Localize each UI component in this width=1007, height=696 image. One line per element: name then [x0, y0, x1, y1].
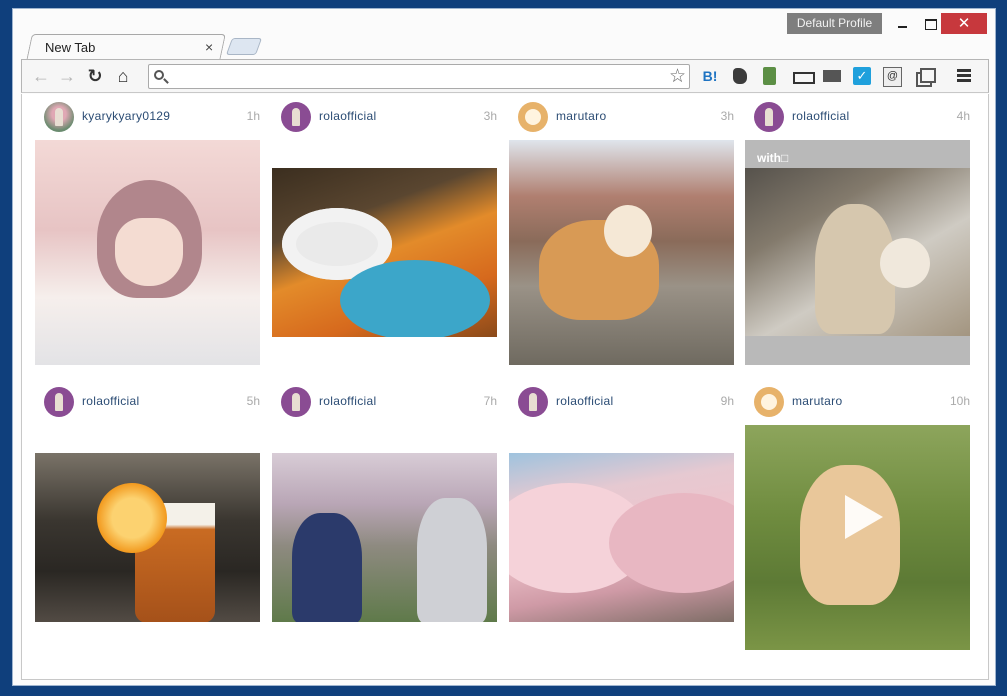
feed-card[interactable]: rolaofficial 5h	[35, 379, 260, 622]
post-photo[interactable]	[35, 453, 260, 622]
timestamp: 3h	[483, 109, 497, 123]
feed-card[interactable]: rolaofficial 7h	[272, 379, 497, 622]
ruler-icon[interactable]	[792, 66, 815, 86]
username[interactable]: rolaofficial	[82, 394, 139, 408]
address-input[interactable]	[171, 67, 661, 86]
feed-card[interactable]: kyarykyary0129 1h	[35, 94, 260, 365]
username[interactable]: marutaro	[556, 109, 606, 123]
menu-icon[interactable]	[954, 66, 974, 86]
card-header: rolaofficial 4h	[745, 94, 970, 140]
post-photo[interactable]	[35, 140, 260, 365]
card-header: rolaofficial 3h	[272, 94, 497, 140]
avatar[interactable]	[44, 102, 74, 132]
hatena-bookmark-icon[interactable]: B!	[700, 66, 720, 86]
avatar[interactable]	[754, 102, 784, 132]
avatar[interactable]	[44, 387, 74, 417]
card-header: kyarykyary0129 1h	[35, 94, 260, 140]
feed-card[interactable]: marutaro 10h	[745, 379, 970, 650]
post-photo[interactable]	[272, 453, 497, 622]
post-photo[interactable]: with□	[745, 140, 970, 365]
username[interactable]: rolaofficial	[319, 109, 376, 123]
browser-window: Default Profile ✕ New Tab × ← → ↻ ⌂ ☆ B!	[12, 8, 996, 686]
video-frame	[745, 168, 970, 336]
minimize-button[interactable]	[889, 13, 915, 34]
mail-icon[interactable]	[822, 66, 842, 86]
omnibox[interactable]: ☆	[148, 64, 690, 89]
post-video-play-icon[interactable]	[745, 425, 970, 650]
reload-icon[interactable]: ↻	[84, 65, 106, 87]
timestamp: 10h	[949, 394, 970, 408]
maximize-button[interactable]	[917, 13, 943, 34]
feed-card[interactable]: marutaro 3h	[509, 94, 734, 365]
home-icon[interactable]: ⌂	[112, 65, 134, 87]
forward-arrow-icon[interactable]: →	[56, 65, 78, 87]
feed-grid: kyarykyary0129 1h rolaofficial 3h maruta…	[21, 94, 989, 680]
timestamp: 5h	[246, 394, 260, 408]
pin-icon[interactable]	[760, 66, 780, 86]
toolbar: ← → ↻ ⌂ ☆ B!	[21, 59, 989, 93]
feed-card[interactable]: rolaofficial 3h	[272, 94, 497, 337]
timestamp: 3h	[720, 109, 734, 123]
feed-card[interactable]: rolaofficial 4h with□	[745, 94, 970, 365]
window-icon[interactable]	[914, 66, 936, 87]
new-tab-button[interactable]	[225, 38, 263, 55]
profile-button[interactable]: Default Profile	[787, 13, 882, 34]
card-header: marutaro 3h	[509, 94, 734, 140]
evernote-icon[interactable]	[730, 66, 750, 86]
avatar[interactable]	[518, 102, 548, 132]
search-icon	[154, 70, 164, 80]
back-arrow-icon[interactable]: ←	[30, 65, 52, 87]
timestamp: 9h	[720, 394, 734, 408]
post-photo[interactable]	[509, 140, 734, 365]
bookmark-star-icon[interactable]: ☆	[669, 66, 686, 87]
note-icon[interactable]	[882, 66, 902, 87]
username[interactable]: rolaofficial	[792, 109, 849, 123]
feed-card[interactable]: rolaofficial 9h	[509, 379, 734, 622]
timestamp: 1h	[246, 109, 260, 123]
post-photo[interactable]	[509, 453, 734, 622]
post-photo[interactable]	[272, 168, 497, 337]
card-header: marutaro 10h	[745, 379, 970, 425]
tab-content: New Tab ×	[45, 34, 225, 61]
video-caption: with□	[757, 151, 789, 165]
timestamp: 4h	[956, 109, 970, 123]
tab-close-icon[interactable]: ×	[205, 39, 213, 55]
avatar[interactable]	[281, 387, 311, 417]
card-header: rolaofficial 5h	[35, 379, 260, 425]
avatar[interactable]	[754, 387, 784, 417]
username[interactable]: marutaro	[792, 394, 842, 408]
card-header: rolaofficial 7h	[272, 379, 497, 425]
username[interactable]: rolaofficial	[319, 394, 376, 408]
tab-title: New Tab	[45, 40, 96, 55]
avatar[interactable]	[281, 102, 311, 132]
timestamp: 7h	[483, 394, 497, 408]
username[interactable]: rolaofficial	[556, 394, 613, 408]
close-window-button[interactable]: ✕	[941, 13, 987, 34]
card-header: rolaofficial 9h	[509, 379, 734, 425]
checkmark-icon[interactable]	[852, 66, 872, 86]
username[interactable]: kyarykyary0129	[82, 109, 170, 123]
avatar[interactable]	[518, 387, 548, 417]
